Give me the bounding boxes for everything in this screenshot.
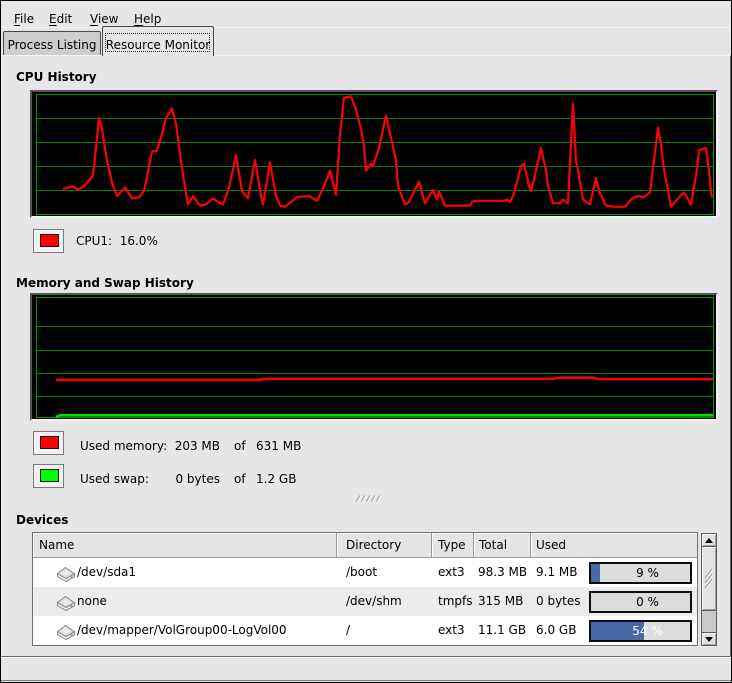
- used-percent-label: 54 %: [598, 622, 697, 640]
- device-name-text: none: [77, 594, 107, 608]
- tab-resource-monitor-label: Resource Monitor: [103, 27, 213, 52]
- vertical-scrollbar: [701, 533, 717, 646]
- cell-name: /dev/mapper/VolGroup00-LogVol00: [33, 616, 337, 645]
- up-arrow-icon: [705, 538, 713, 543]
- tab-resource-monitor[interactable]: Resource Monitor: [102, 26, 214, 56]
- cell-total: 98.3 MB: [474, 558, 531, 587]
- used-swap-value: 0 bytes: [160, 472, 220, 486]
- cell-directory: /boot: [337, 558, 432, 587]
- used-swap-label: Used swap:: [80, 472, 149, 486]
- used-percent-bar: 9 %: [589, 562, 692, 584]
- swap-total-value: 1.2 GB: [256, 472, 296, 486]
- cpu-history-chart: [30, 90, 718, 218]
- device-row-3[interactable]: /dev/mapper/VolGroup00-LogVol00 /ext311.1…: [33, 616, 697, 645]
- menu-edit[interactable]: Edit: [49, 12, 72, 26]
- column-header-total[interactable]: Total: [474, 533, 531, 558]
- pane-resize-grip[interactable]: [354, 494, 384, 503]
- device-row-1[interactable]: /dev/sda1/bootext398.3 MB9.1 MB9 %: [33, 558, 697, 587]
- memory-chart-canvas: [32, 295, 716, 419]
- swap-color-sample: [40, 469, 59, 482]
- menu-help[interactable]: Help: [134, 12, 161, 26]
- scrollbar-thumb[interactable]: [702, 547, 716, 611]
- device-row-2[interactable]: none/dev/shmtmpfs315 MB0 bytes0 %: [33, 587, 697, 616]
- scroll-up-button[interactable]: [702, 534, 716, 547]
- cpu-chart-canvas: [32, 92, 716, 216]
- cell-type: ext3: [432, 616, 474, 645]
- memory-swap-chart: [30, 293, 718, 421]
- cell-type: ext3: [432, 558, 474, 587]
- scroll-down-button[interactable]: [702, 632, 716, 645]
- devices-table: Name Directory Type Total Used /dev/sda1…: [32, 532, 698, 646]
- used-swap-of: of: [234, 472, 246, 486]
- cpu-history-label: CPU History: [16, 70, 97, 84]
- device-name-text: /dev/mapper/VolGroup00-LogVol00: [77, 623, 287, 637]
- used-memory-label: Used memory:: [80, 439, 167, 453]
- used-percent-label: 0 %: [598, 593, 697, 611]
- cell-directory: /dev/shm: [337, 587, 432, 616]
- swap-color-swatch[interactable]: [33, 464, 64, 488]
- cell-name: none: [33, 587, 337, 616]
- menu-view[interactable]: View: [90, 12, 118, 26]
- cpu-color-swatch[interactable]: [33, 229, 64, 253]
- menu-bar: File Edit View Help: [1, 1, 731, 28]
- cell-name: /dev/sda1: [33, 558, 337, 587]
- column-header-used[interactable]: Used: [531, 533, 697, 558]
- used-memory-value: 203 MB: [160, 439, 220, 453]
- disk-icon: [56, 624, 76, 641]
- memory-color-swatch[interactable]: [33, 431, 64, 455]
- tab-process-listing[interactable]: Process Listing: [3, 31, 101, 55]
- down-arrow-icon: [705, 637, 713, 642]
- column-header-type[interactable]: Type: [432, 533, 474, 558]
- used-percent-bar: 54 %: [589, 620, 692, 642]
- status-bar: [1, 657, 731, 681]
- tab-process-listing-label: Process Listing: [4, 32, 100, 52]
- devices-label: Devices: [16, 513, 68, 527]
- used-memory-of: of: [234, 439, 246, 453]
- menu-file[interactable]: File: [14, 12, 34, 26]
- column-header-directory[interactable]: Directory: [337, 533, 432, 558]
- disk-icon: [56, 566, 76, 583]
- cell-type: tmpfs: [432, 587, 474, 616]
- cell-total: 11.1 GB: [474, 616, 531, 645]
- thumb-grip-icon: [702, 547, 716, 610]
- column-header-name[interactable]: Name: [33, 533, 337, 558]
- memory-color-sample: [40, 436, 59, 449]
- used-percent-label: 9 %: [598, 564, 697, 582]
- system-monitor-window: File Edit View Help Process Listing Reso…: [0, 0, 732, 683]
- used-percent-bar: 0 %: [589, 591, 692, 613]
- devices-table-header: Name Directory Type Total Used: [33, 533, 697, 558]
- memory-total-value: 631 MB: [256, 439, 301, 453]
- memory-history-label: Memory and Swap History: [16, 276, 194, 290]
- cpu-color-sample: [40, 234, 59, 247]
- cpu-legend: CPU1: 16.0%: [76, 234, 158, 248]
- disk-icon: [56, 595, 76, 612]
- cell-directory: /: [337, 616, 432, 645]
- device-name-text: /dev/sda1: [77, 565, 136, 579]
- cell-total: 315 MB: [474, 587, 531, 616]
